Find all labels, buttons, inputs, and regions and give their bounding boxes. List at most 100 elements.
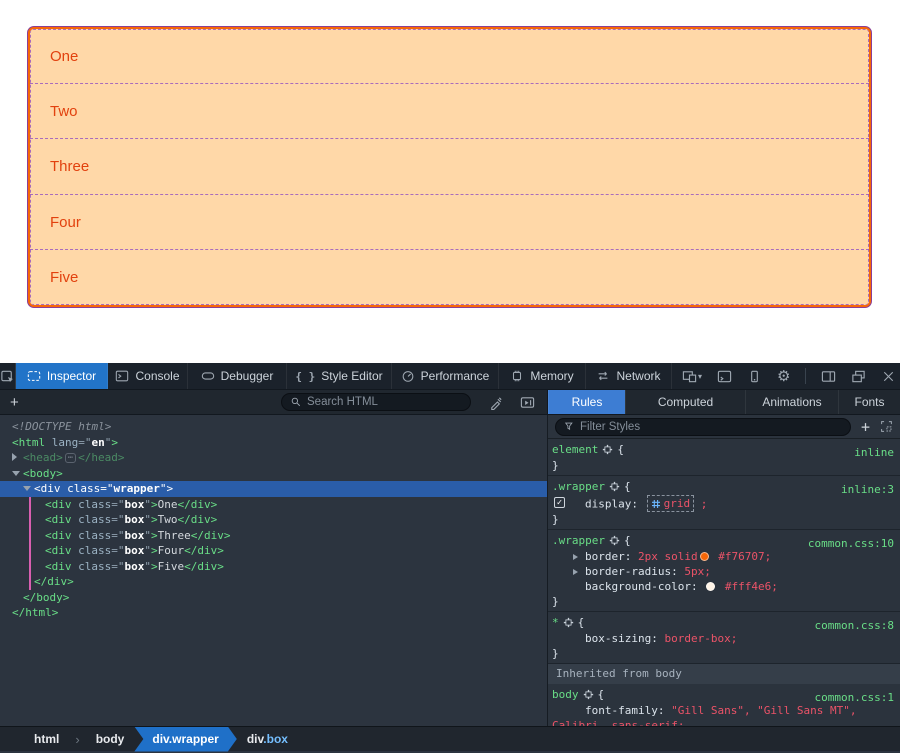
css-declaration[interactable]: ✓display: grid ; xyxy=(548,495,900,512)
pick-element-button[interactable] xyxy=(0,363,16,389)
markup-line[interactable]: <head>⋯</head> xyxy=(0,450,547,466)
breadcrumb-item-html[interactable]: html xyxy=(26,732,67,746)
grid-icon xyxy=(651,499,661,509)
selector-target-icon[interactable] xyxy=(602,444,613,455)
tab-network[interactable]: Network xyxy=(586,363,672,389)
markup-view: <!DOCTYPE html><html lang="en"><head>⋯</… xyxy=(0,415,548,726)
selector-target-icon[interactable] xyxy=(563,617,574,628)
breadcrumb-item-body[interactable]: body xyxy=(88,732,133,746)
breadcrumb-item-div-box[interactable]: div.box xyxy=(239,732,296,746)
sidebar-tab-fonts[interactable]: Fonts xyxy=(838,390,900,414)
rule-selector-line: *{common.css:8 xyxy=(548,615,900,631)
rule-selector[interactable]: * xyxy=(552,616,559,629)
eyedropper-icon[interactable] xyxy=(481,395,512,410)
tab-inspector[interactable]: Inspector xyxy=(16,363,108,389)
selector-target-icon[interactable] xyxy=(609,535,620,546)
tab-label: Console xyxy=(135,369,179,383)
selector-target-icon[interactable] xyxy=(609,481,620,492)
sidebar-tab-rules[interactable]: Rules xyxy=(548,390,625,414)
search-html-input[interactable] xyxy=(307,396,462,408)
highlighter-playbox-icon[interactable] xyxy=(512,395,547,410)
add-rule-button[interactable]: + xyxy=(861,418,870,436)
device-icon[interactable] xyxy=(747,369,762,384)
rule-selector[interactable]: element xyxy=(552,443,598,456)
css-declaration[interactable]: box-sizing: border-box; xyxy=(548,631,900,646)
color-swatch[interactable] xyxy=(700,552,709,561)
markup-line[interactable]: <div class="box">Five</div> xyxy=(0,559,547,575)
property-value: 2px solid xyxy=(638,550,698,563)
markup-token: box xyxy=(125,529,145,542)
open-brace: { xyxy=(617,443,624,456)
property-value: border-box; xyxy=(664,632,737,645)
expand-arrow-icon[interactable] xyxy=(573,554,578,560)
markup-line[interactable]: <div class="box">One</div> xyxy=(0,497,547,513)
sidebar-tab-animations[interactable]: Animations xyxy=(745,390,838,414)
markup-line[interactable]: <html lang="en"> xyxy=(0,435,547,451)
expand-arrow-icon[interactable] xyxy=(573,569,578,575)
markup-token: Three xyxy=(158,529,191,542)
markup-line[interactable]: <div class="box">Four</div> xyxy=(0,543,547,559)
sidebar-toggle-icon[interactable] xyxy=(821,369,836,384)
filter-styles-input[interactable] xyxy=(580,421,842,433)
selector-target-icon[interactable] xyxy=(583,689,594,700)
markup-token: lang xyxy=(45,436,78,449)
css-declaration[interactable]: border: 2px solid #f76707; xyxy=(548,549,900,564)
css-declaration[interactable]: background-color: #fff4e6; xyxy=(548,579,900,594)
markup-line[interactable]: <div class="box">Three</div> xyxy=(0,528,547,544)
tab-debugger[interactable]: Debugger xyxy=(188,363,287,389)
collapse-arrow-icon[interactable] xyxy=(12,471,20,476)
settings-icon[interactable]: ⚙ xyxy=(777,369,790,384)
split-console-icon[interactable] xyxy=(717,369,732,384)
markup-token: > xyxy=(111,436,118,449)
markup-line[interactable]: <div class="box">Two</div> xyxy=(0,512,547,528)
markup-line[interactable]: </div> xyxy=(0,574,547,590)
markup-line[interactable]: <!DOCTYPE html> xyxy=(0,419,547,435)
open-brace: { xyxy=(624,480,631,493)
markup-token: box xyxy=(125,498,145,511)
tab-style-editor[interactable]: { }Style Editor xyxy=(287,363,392,389)
search-html-box[interactable] xyxy=(281,393,471,411)
markup-line[interactable]: <body> xyxy=(0,466,547,482)
pseudo-class-panel-icon[interactable] xyxy=(880,420,893,433)
tab-console[interactable]: Console xyxy=(108,363,188,389)
collapse-arrow-icon[interactable] xyxy=(23,486,31,491)
tab-label: Debugger xyxy=(221,369,274,383)
responsive-design-mode-icon[interactable]: ▾ xyxy=(682,369,702,384)
close-icon[interactable] xyxy=(881,369,896,384)
markup-token: </div> xyxy=(34,575,74,588)
tab-memory[interactable]: Memory xyxy=(499,363,586,389)
tool-tabs: Inspector Console Debugger { }Style EditorP… xyxy=(16,363,672,389)
markup-token: =" xyxy=(111,529,124,542)
filter-styles-box[interactable] xyxy=(555,418,851,436)
rule-selector[interactable]: body xyxy=(552,688,579,701)
markup-token: </div> xyxy=(184,560,224,573)
rule-selector[interactable]: .wrapper xyxy=(552,534,605,547)
markup-token: " xyxy=(144,529,151,542)
markup-line-selected[interactable]: <div class="wrapper"> xyxy=(0,481,547,497)
breadcrumb-item-div-wrapper[interactable]: div.wrapper xyxy=(134,727,236,752)
markup-token: wrapper xyxy=(114,482,160,495)
declaration-checkbox[interactable]: ✓ xyxy=(554,497,565,508)
markup-token: > xyxy=(151,560,158,573)
add-node-button[interactable]: + xyxy=(0,394,29,411)
rule-source-link[interactable]: inline xyxy=(854,445,894,461)
devtools-panel: Inspector Console Debugger { }Style EditorP… xyxy=(0,363,900,753)
property-value: #fff4e6; xyxy=(718,580,778,593)
tab-label: Inspector xyxy=(47,369,96,383)
markup-line[interactable]: </html> xyxy=(0,605,547,621)
close-brace: } xyxy=(548,512,900,527)
grid-box-five: Five xyxy=(30,250,869,305)
tab-performance[interactable]: Performance xyxy=(392,363,499,389)
css-declaration[interactable]: font-family: "Gill Sans", "Gill Sans MT"… xyxy=(548,703,900,726)
css-declaration[interactable]: border-radius: 5px; xyxy=(548,564,900,579)
expand-arrow-icon[interactable] xyxy=(12,453,17,461)
rule-selector-line: element { inline xyxy=(548,442,900,458)
style-editor-icon: { } xyxy=(295,369,315,383)
separate-window-icon[interactable] xyxy=(851,369,866,384)
markup-token: box xyxy=(125,560,145,573)
sidebar-tab-computed[interactable]: Computed xyxy=(625,390,745,414)
color-swatch[interactable] xyxy=(706,582,715,591)
rule-selector[interactable]: .wrapper xyxy=(552,480,605,493)
markup-line[interactable]: </body> xyxy=(0,590,547,606)
grid-highlighter-toggle[interactable]: grid xyxy=(647,495,695,512)
